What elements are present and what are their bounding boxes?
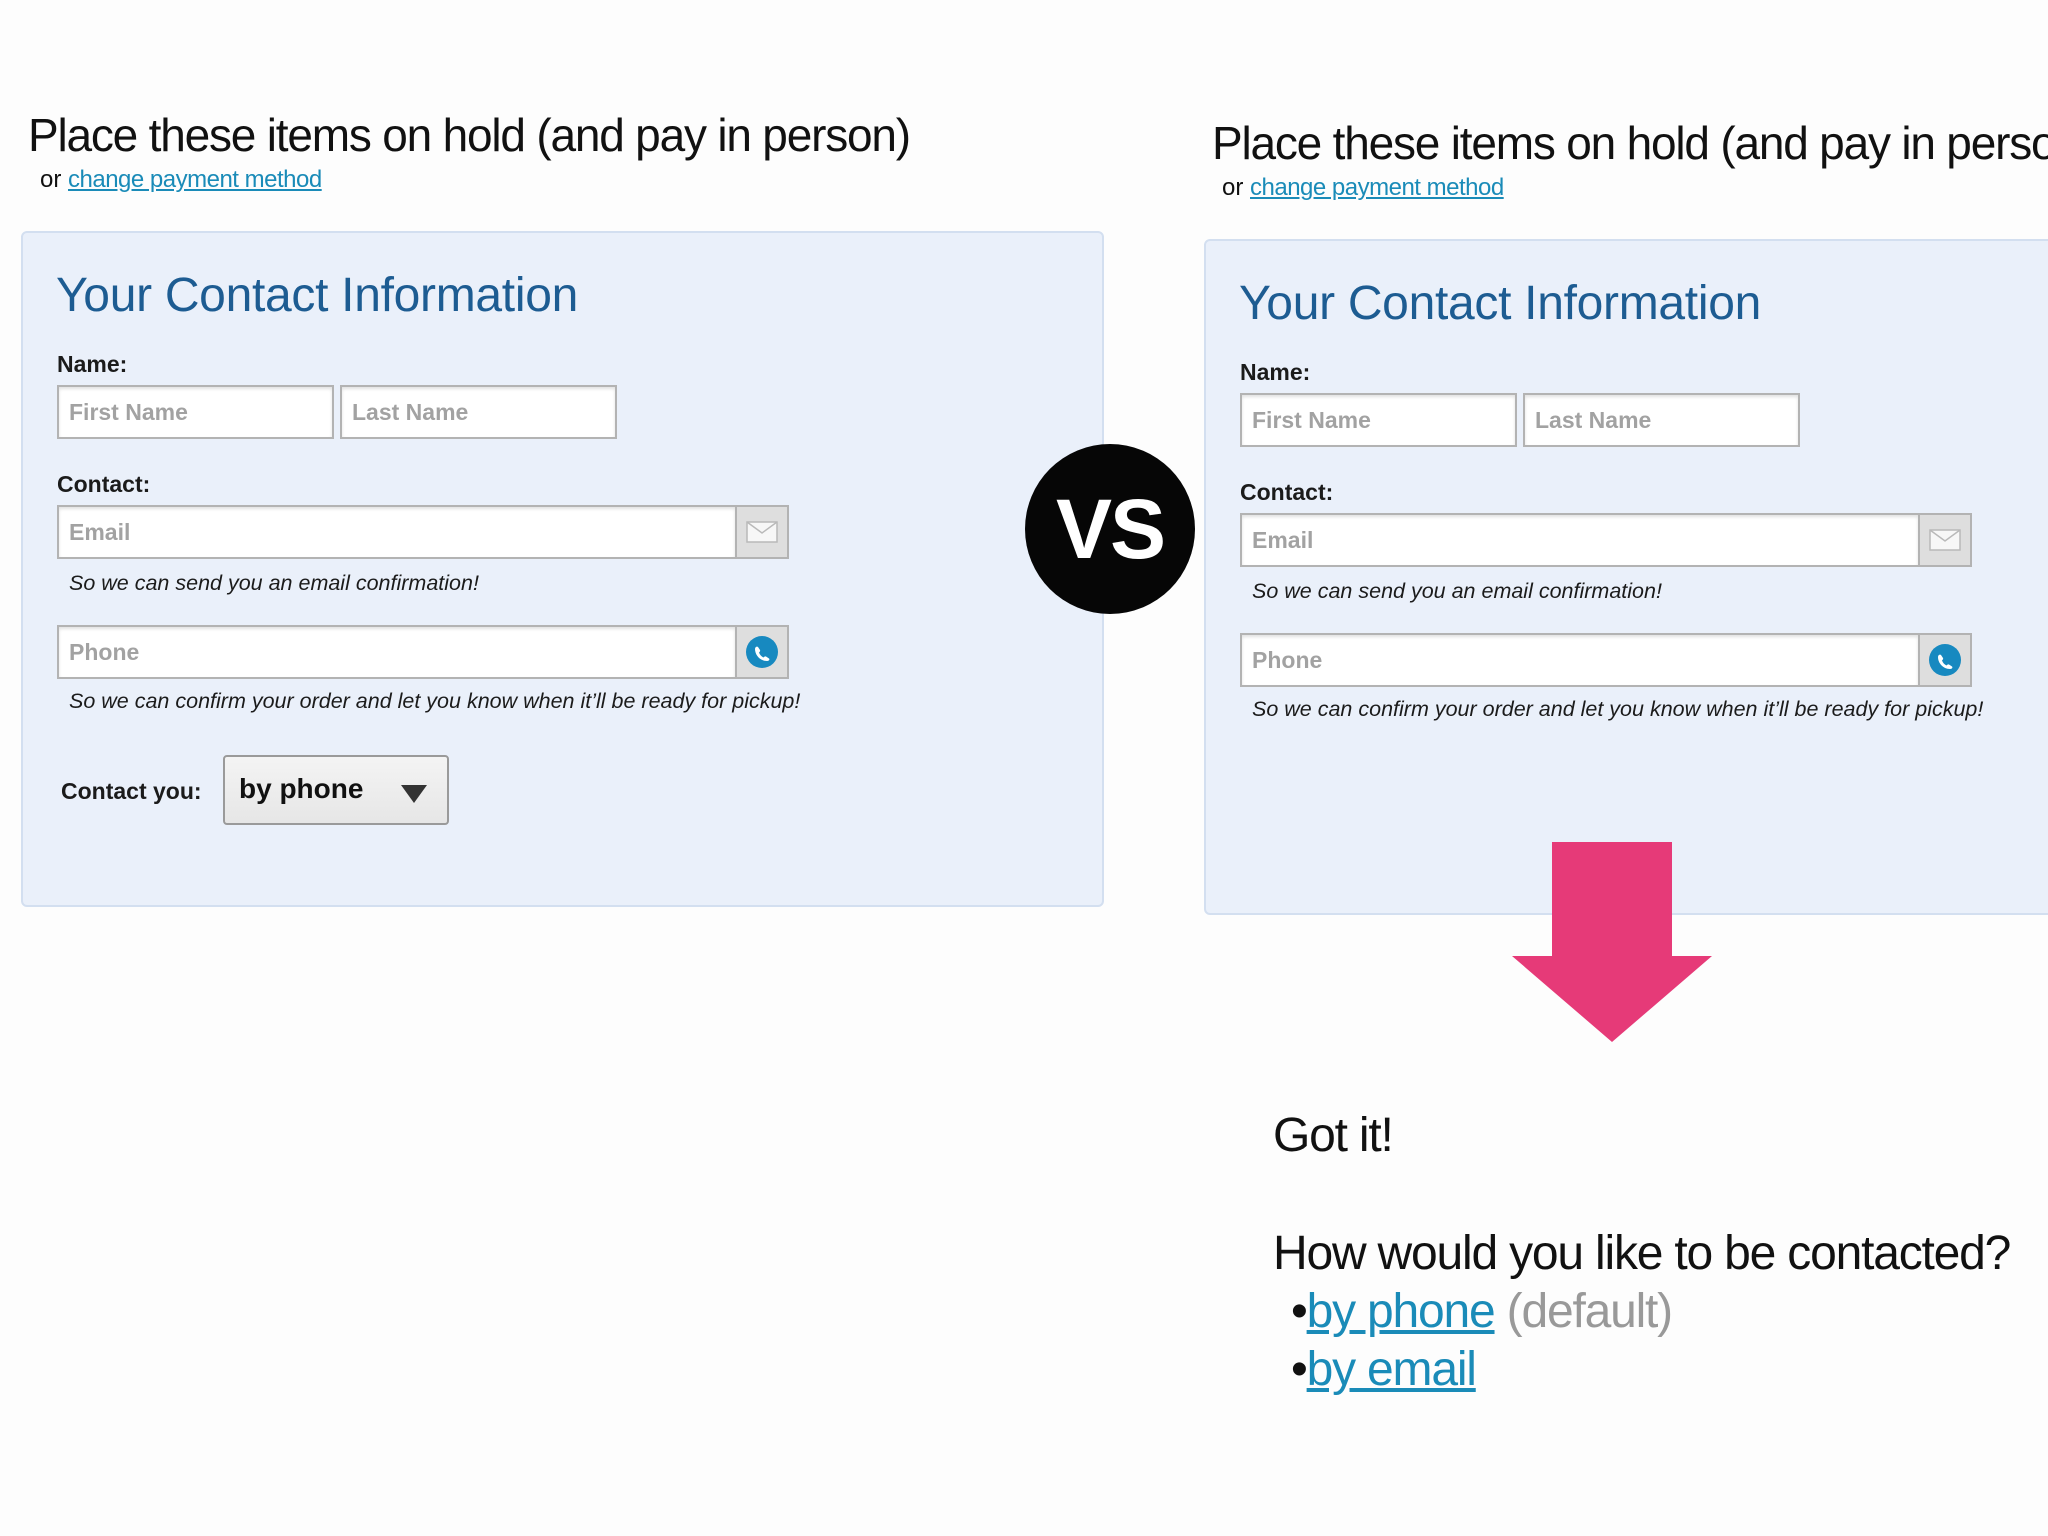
change-payment-row: or change payment method — [1222, 174, 1504, 202]
down-arrow-icon — [1512, 842, 1712, 1042]
panel-title: Your Contact Information — [1239, 277, 1761, 330]
page-heading: Place these items on hold (and pay in pe… — [28, 109, 911, 161]
contact-method-value: by phone — [239, 773, 364, 804]
contact-label: Contact: — [57, 471, 151, 497]
name-label: Name: — [1240, 359, 1311, 385]
by-email-link[interactable]: by email — [1307, 1343, 1477, 1396]
last-name-input[interactable]: Last Name — [1523, 393, 1800, 447]
envelope-icon — [1929, 529, 1961, 551]
or-text: or — [40, 166, 62, 193]
phone-input[interactable]: Phone — [1240, 633, 1920, 687]
annotation-got-it: Got it! — [1273, 1109, 1394, 1162]
phone-icon — [1929, 644, 1961, 676]
phone-input[interactable]: Phone — [57, 625, 737, 679]
name-label: Name: — [57, 351, 128, 377]
email-hint: So we can send you an email confirmation… — [69, 571, 479, 595]
change-payment-link[interactable]: change payment method — [68, 166, 322, 193]
last-name-input[interactable]: Last Name — [340, 385, 617, 439]
email-hint: So we can send you an email confirmation… — [1252, 579, 1662, 603]
change-payment-row: or change payment method — [40, 166, 322, 194]
phone-hint: So we can confirm your order and let you… — [1252, 697, 1984, 721]
default-note: (default) — [1506, 1285, 1673, 1338]
first-name-input[interactable]: First Name — [1240, 393, 1517, 447]
first-name-input[interactable]: First Name — [57, 385, 334, 439]
contact-option-email: •by email — [1291, 1342, 1477, 1397]
phone-addon — [1918, 633, 1972, 687]
vs-label: VS — [1055, 481, 1166, 576]
panel-title: Your Contact Information — [56, 269, 578, 322]
envelope-icon — [746, 521, 778, 543]
page-heading: Place these items on hold (and pay in pe… — [1212, 117, 2048, 169]
phone-hint: So we can confirm your order and let you… — [69, 689, 801, 713]
left-variant: Place these items on hold (and pay in pe… — [0, 0, 1120, 1000]
change-payment-link[interactable]: change payment method — [1250, 174, 1504, 201]
by-phone-link[interactable]: by phone — [1307, 1285, 1496, 1338]
vs-badge: VS — [1025, 444, 1195, 614]
contact-label: Contact: — [1240, 479, 1334, 505]
email-addon — [735, 505, 789, 559]
contact-info-panel: Your Contact Information Name: First Nam… — [21, 231, 1104, 907]
contact-method-select[interactable]: by phone — [223, 755, 449, 825]
contact-info-panel: Your Contact Information Name: First Nam… — [1204, 239, 2048, 915]
email-addon — [1918, 513, 1972, 567]
phone-addon — [735, 625, 789, 679]
annotation-question: How would you like to be contacted? — [1273, 1227, 2011, 1280]
caret-down-icon — [401, 785, 427, 803]
bullet: • — [1291, 1285, 1308, 1338]
bullet: • — [1291, 1343, 1308, 1396]
contact-option-phone: •by phone (default) — [1291, 1284, 1673, 1339]
contact-you-label: Contact you: — [61, 778, 202, 804]
or-text: or — [1222, 174, 1244, 201]
email-input[interactable]: Email — [57, 505, 737, 559]
phone-icon — [746, 636, 778, 668]
email-input[interactable]: Email — [1240, 513, 1920, 567]
